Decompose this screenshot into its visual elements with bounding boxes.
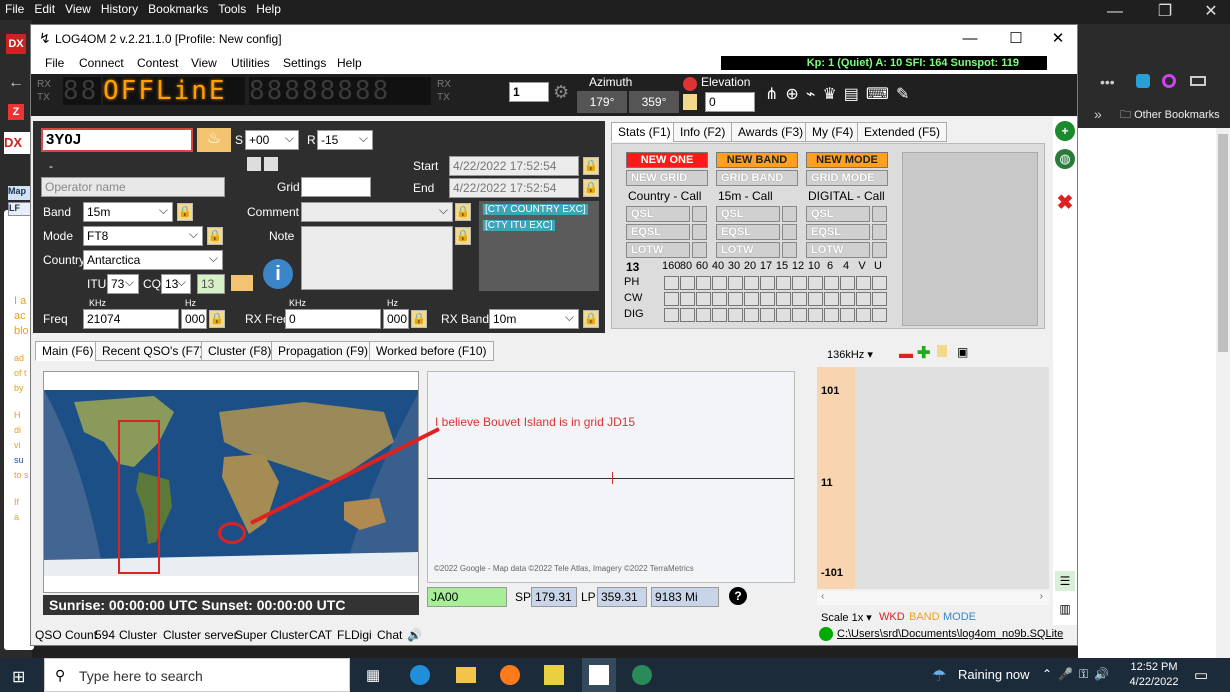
- browser-menu-bookmarks[interactable]: Bookmarks: [143, 0, 213, 18]
- browser-restore-button[interactable]: ❐: [1142, 0, 1188, 24]
- db-path[interactable]: C:\Users\srd\Documents\log4om_no9b.SQLit…: [837, 628, 1063, 640]
- status-bar: QSO Count 594 Cluster Cluster server Sup…: [31, 625, 1077, 645]
- bandmap-spots[interactable]: [855, 367, 1049, 589]
- firefox-icon[interactable]: [500, 665, 520, 685]
- site-logo: DX: [4, 132, 30, 154]
- file-explorer-icon[interactable]: [456, 667, 476, 683]
- browser-close-button[interactable]: ✕: [1188, 0, 1230, 24]
- edge-icon[interactable]: [410, 665, 430, 685]
- status-cluster[interactable]: Cluster: [119, 628, 157, 642]
- start-icon[interactable]: ⊞: [12, 667, 25, 687]
- qso-count-label: QSO Count: [35, 628, 98, 642]
- dx-tab-icon[interactable]: DX: [6, 34, 26, 54]
- sp-value: 179.31: [531, 587, 577, 607]
- search-icon: ⚲: [55, 667, 66, 683]
- status-cat[interactable]: CAT: [309, 628, 332, 642]
- help-icon[interactable]: ?: [729, 587, 747, 605]
- bandmap-hscroll[interactable]: ‹ ›: [817, 591, 1049, 605]
- bandmap-band-select[interactable]: 136kHz ▾: [827, 348, 873, 361]
- weather-icon[interactable]: ☂: [932, 666, 946, 686]
- band-map: 136kHz ▾ ▬ ✚ ▣ 101 11 -101 ‹ › Scale 1x ▾…: [817, 343, 1049, 625]
- app-pinned-icon[interactable]: [544, 665, 564, 685]
- status-chat[interactable]: Chat: [377, 628, 402, 642]
- status-fldigi[interactable]: FLDigi: [337, 628, 372, 642]
- bandmap-lock-icon[interactable]: [937, 345, 947, 357]
- status-super-cluster[interactable]: Super Cluster: [235, 628, 308, 642]
- other-bookmarks[interactable]: 🗀 Other Bookmarks: [1120, 106, 1220, 125]
- db-status-icon: [819, 627, 833, 641]
- lp-label: LP: [581, 590, 596, 604]
- tick-mid: 11: [821, 477, 833, 489]
- zoom-in-icon[interactable]: ✚: [917, 343, 930, 363]
- overflow-icon[interactable]: •••: [1100, 74, 1115, 90]
- back-icon[interactable]: ←: [8, 74, 24, 92]
- locator-box: JA00: [427, 587, 507, 607]
- taskbar: ⊞ ⚲ Type here to search ▦ ☂ Raining now …: [0, 658, 1230, 692]
- clock[interactable]: 12:52 PM 4/22/2022: [1124, 660, 1184, 690]
- log4om-task-icon[interactable]: [582, 658, 616, 692]
- browser-menu-history[interactable]: History: [96, 0, 143, 18]
- bandmap-scale: 101 11 -101: [817, 367, 855, 589]
- browser-menu-edit[interactable]: Edit: [29, 0, 60, 18]
- qso-count: 594: [95, 628, 116, 642]
- browser-menu-bar: File Edit View History Bookmarks Tools Help: [0, 0, 1230, 20]
- legend-band: BAND: [909, 611, 940, 623]
- log4om-window: ↯ LOG4OM 2 v.2.21.1.0 [Profile: New conf…: [30, 24, 1078, 646]
- browser-scrollbar[interactable]: [1216, 128, 1230, 658]
- browser-menu-help[interactable]: Help: [251, 0, 286, 18]
- browser-menu-view[interactable]: View: [60, 0, 96, 18]
- legend-wkd: WKD: [879, 611, 905, 623]
- camera-icon[interactable]: ▣: [957, 345, 968, 359]
- distance-value: 9183 Mi: [651, 587, 719, 607]
- globe-task-icon[interactable]: [632, 665, 652, 685]
- notification-icon[interactable]: ▭: [1194, 666, 1208, 684]
- extension-ring-icon[interactable]: [1162, 74, 1176, 88]
- sp-label: SP: [515, 590, 532, 604]
- bookmarks-chevron-icon[interactable]: »: [1094, 106, 1102, 122]
- browser-page-right: [1078, 128, 1216, 658]
- search-placeholder: Type here to search: [79, 668, 203, 684]
- window-icon[interactable]: [1190, 76, 1206, 86]
- browser-minimize-button[interactable]: —: [1092, 0, 1138, 24]
- taskbar-search[interactable]: ⚲ Type here to search: [44, 658, 350, 692]
- tray-icons[interactable]: ⌃🎤⚿🔊: [1042, 667, 1115, 682]
- browser-menu-file[interactable]: File: [0, 0, 29, 18]
- scale-select[interactable]: Scale 1x ▾: [821, 611, 872, 624]
- speaker-icon[interactable]: 🔊: [407, 628, 422, 642]
- extension-icon[interactable]: [1136, 74, 1150, 88]
- legend-mode: MODE: [943, 611, 976, 623]
- browser-menu-tools[interactable]: Tools: [213, 0, 251, 18]
- task-view-icon[interactable]: ▦: [366, 666, 380, 684]
- weather-text[interactable]: Raining now: [958, 667, 1030, 682]
- lp-value: 359.31: [597, 587, 647, 607]
- tick-bottom: -101: [821, 567, 844, 579]
- zotero-icon[interactable]: Z: [8, 104, 24, 120]
- status-cluster-server[interactable]: Cluster server: [163, 628, 238, 642]
- tick-top: 101: [821, 385, 840, 397]
- zoom-out-icon[interactable]: ▬: [899, 345, 913, 361]
